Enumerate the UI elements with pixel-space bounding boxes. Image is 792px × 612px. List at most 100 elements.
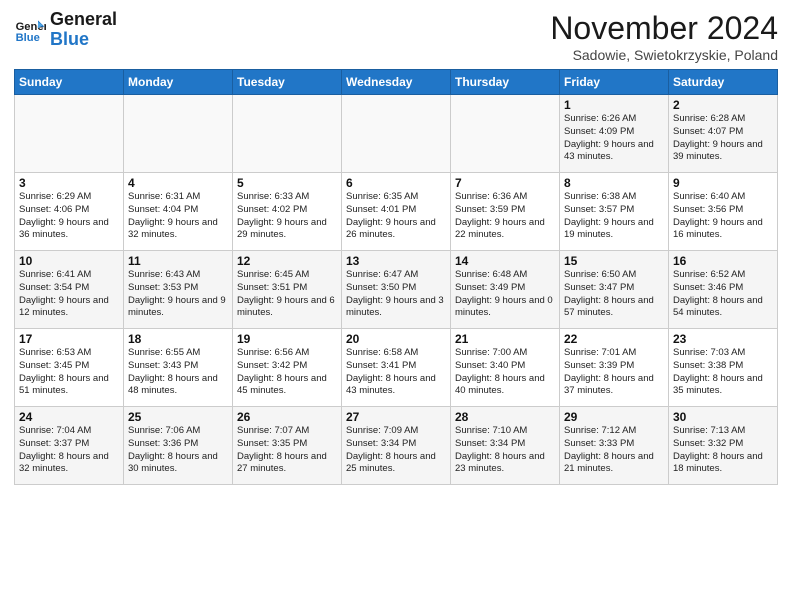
day-number: 7 [455, 176, 555, 190]
day-number: 22 [564, 332, 664, 346]
table-row: 28Sunrise: 7:10 AM Sunset: 3:34 PM Dayli… [451, 407, 560, 485]
day-info: Sunrise: 7:03 AM Sunset: 3:38 PM Dayligh… [673, 347, 773, 398]
col-monday: Monday [124, 70, 233, 95]
table-row [342, 95, 451, 173]
col-saturday: Saturday [669, 70, 778, 95]
table-row: 1Sunrise: 6:26 AM Sunset: 4:09 PM Daylig… [560, 95, 669, 173]
col-thursday: Thursday [451, 70, 560, 95]
day-info: Sunrise: 6:41 AM Sunset: 3:54 PM Dayligh… [19, 269, 119, 320]
day-number: 4 [128, 176, 228, 190]
day-number: 18 [128, 332, 228, 346]
day-info: Sunrise: 6:47 AM Sunset: 3:50 PM Dayligh… [346, 269, 446, 320]
day-info: Sunrise: 6:31 AM Sunset: 4:04 PM Dayligh… [128, 191, 228, 242]
location-subtitle: Sadowie, Swietokrzyskie, Poland [550, 47, 778, 63]
day-number: 2 [673, 98, 773, 112]
table-row: 6Sunrise: 6:35 AM Sunset: 4:01 PM Daylig… [342, 173, 451, 251]
page: General Blue GeneralBlue November 2024 S… [0, 0, 792, 612]
svg-text:General: General [16, 21, 46, 33]
table-row: 24Sunrise: 7:04 AM Sunset: 3:37 PM Dayli… [15, 407, 124, 485]
day-info: Sunrise: 7:04 AM Sunset: 3:37 PM Dayligh… [19, 425, 119, 476]
table-row: 30Sunrise: 7:13 AM Sunset: 3:32 PM Dayli… [669, 407, 778, 485]
day-info: Sunrise: 6:45 AM Sunset: 3:51 PM Dayligh… [237, 269, 337, 320]
day-info: Sunrise: 6:53 AM Sunset: 3:45 PM Dayligh… [19, 347, 119, 398]
table-row: 3Sunrise: 6:29 AM Sunset: 4:06 PM Daylig… [15, 173, 124, 251]
table-row: 5Sunrise: 6:33 AM Sunset: 4:02 PM Daylig… [233, 173, 342, 251]
logo-icon: General Blue [14, 14, 46, 46]
table-row: 8Sunrise: 6:38 AM Sunset: 3:57 PM Daylig… [560, 173, 669, 251]
day-number: 20 [346, 332, 446, 346]
day-number: 30 [673, 410, 773, 424]
calendar-week-3: 10Sunrise: 6:41 AM Sunset: 3:54 PM Dayli… [15, 251, 778, 329]
day-number: 11 [128, 254, 228, 268]
day-number: 19 [237, 332, 337, 346]
day-info: Sunrise: 7:06 AM Sunset: 3:36 PM Dayligh… [128, 425, 228, 476]
day-info: Sunrise: 6:35 AM Sunset: 4:01 PM Dayligh… [346, 191, 446, 242]
table-row: 9Sunrise: 6:40 AM Sunset: 3:56 PM Daylig… [669, 173, 778, 251]
day-number: 9 [673, 176, 773, 190]
day-info: Sunrise: 6:40 AM Sunset: 3:56 PM Dayligh… [673, 191, 773, 242]
table-row: 19Sunrise: 6:56 AM Sunset: 3:42 PM Dayli… [233, 329, 342, 407]
svg-text:Blue: Blue [16, 32, 40, 44]
day-number: 1 [564, 98, 664, 112]
day-info: Sunrise: 6:48 AM Sunset: 3:49 PM Dayligh… [455, 269, 555, 320]
table-row: 12Sunrise: 6:45 AM Sunset: 3:51 PM Dayli… [233, 251, 342, 329]
table-row: 2Sunrise: 6:28 AM Sunset: 4:07 PM Daylig… [669, 95, 778, 173]
day-info: Sunrise: 6:58 AM Sunset: 3:41 PM Dayligh… [346, 347, 446, 398]
table-row: 27Sunrise: 7:09 AM Sunset: 3:34 PM Dayli… [342, 407, 451, 485]
day-info: Sunrise: 7:09 AM Sunset: 3:34 PM Dayligh… [346, 425, 446, 476]
table-row: 13Sunrise: 6:47 AM Sunset: 3:50 PM Dayli… [342, 251, 451, 329]
day-number: 13 [346, 254, 446, 268]
table-row: 20Sunrise: 6:58 AM Sunset: 3:41 PM Dayli… [342, 329, 451, 407]
table-row [451, 95, 560, 173]
table-row: 23Sunrise: 7:03 AM Sunset: 3:38 PM Dayli… [669, 329, 778, 407]
table-row: 14Sunrise: 6:48 AM Sunset: 3:49 PM Dayli… [451, 251, 560, 329]
calendar: Sunday Monday Tuesday Wednesday Thursday… [14, 69, 778, 485]
month-title: November 2024 [550, 10, 778, 47]
day-number: 5 [237, 176, 337, 190]
day-info: Sunrise: 6:52 AM Sunset: 3:46 PM Dayligh… [673, 269, 773, 320]
day-number: 23 [673, 332, 773, 346]
logo: General Blue GeneralBlue [14, 10, 117, 50]
day-info: Sunrise: 6:36 AM Sunset: 3:59 PM Dayligh… [455, 191, 555, 242]
day-number: 24 [19, 410, 119, 424]
table-row: 18Sunrise: 6:55 AM Sunset: 3:43 PM Dayli… [124, 329, 233, 407]
day-info: Sunrise: 7:10 AM Sunset: 3:34 PM Dayligh… [455, 425, 555, 476]
table-row [124, 95, 233, 173]
day-info: Sunrise: 6:55 AM Sunset: 3:43 PM Dayligh… [128, 347, 228, 398]
day-info: Sunrise: 6:56 AM Sunset: 3:42 PM Dayligh… [237, 347, 337, 398]
calendar-header-row: Sunday Monday Tuesday Wednesday Thursday… [15, 70, 778, 95]
day-info: Sunrise: 6:29 AM Sunset: 4:06 PM Dayligh… [19, 191, 119, 242]
day-number: 28 [455, 410, 555, 424]
col-friday: Friday [560, 70, 669, 95]
table-row: 21Sunrise: 7:00 AM Sunset: 3:40 PM Dayli… [451, 329, 560, 407]
table-row: 16Sunrise: 6:52 AM Sunset: 3:46 PM Dayli… [669, 251, 778, 329]
day-info: Sunrise: 7:13 AM Sunset: 3:32 PM Dayligh… [673, 425, 773, 476]
day-number: 21 [455, 332, 555, 346]
day-number: 15 [564, 254, 664, 268]
table-row [15, 95, 124, 173]
day-info: Sunrise: 6:28 AM Sunset: 4:07 PM Dayligh… [673, 113, 773, 164]
calendar-week-5: 24Sunrise: 7:04 AM Sunset: 3:37 PM Dayli… [15, 407, 778, 485]
table-row: 17Sunrise: 6:53 AM Sunset: 3:45 PM Dayli… [15, 329, 124, 407]
day-info: Sunrise: 6:33 AM Sunset: 4:02 PM Dayligh… [237, 191, 337, 242]
table-row: 25Sunrise: 7:06 AM Sunset: 3:36 PM Dayli… [124, 407, 233, 485]
day-number: 3 [19, 176, 119, 190]
logo-text: GeneralBlue [50, 10, 117, 50]
day-number: 29 [564, 410, 664, 424]
day-info: Sunrise: 6:38 AM Sunset: 3:57 PM Dayligh… [564, 191, 664, 242]
col-tuesday: Tuesday [233, 70, 342, 95]
table-row: 11Sunrise: 6:43 AM Sunset: 3:53 PM Dayli… [124, 251, 233, 329]
table-row [233, 95, 342, 173]
calendar-week-1: 1Sunrise: 6:26 AM Sunset: 4:09 PM Daylig… [15, 95, 778, 173]
day-number: 25 [128, 410, 228, 424]
table-row: 15Sunrise: 6:50 AM Sunset: 3:47 PM Dayli… [560, 251, 669, 329]
table-row: 26Sunrise: 7:07 AM Sunset: 3:35 PM Dayli… [233, 407, 342, 485]
day-info: Sunrise: 6:26 AM Sunset: 4:09 PM Dayligh… [564, 113, 664, 164]
day-number: 8 [564, 176, 664, 190]
title-block: November 2024 Sadowie, Swietokrzyskie, P… [550, 10, 778, 63]
day-number: 10 [19, 254, 119, 268]
table-row: 10Sunrise: 6:41 AM Sunset: 3:54 PM Dayli… [15, 251, 124, 329]
day-number: 12 [237, 254, 337, 268]
day-number: 27 [346, 410, 446, 424]
day-number: 14 [455, 254, 555, 268]
